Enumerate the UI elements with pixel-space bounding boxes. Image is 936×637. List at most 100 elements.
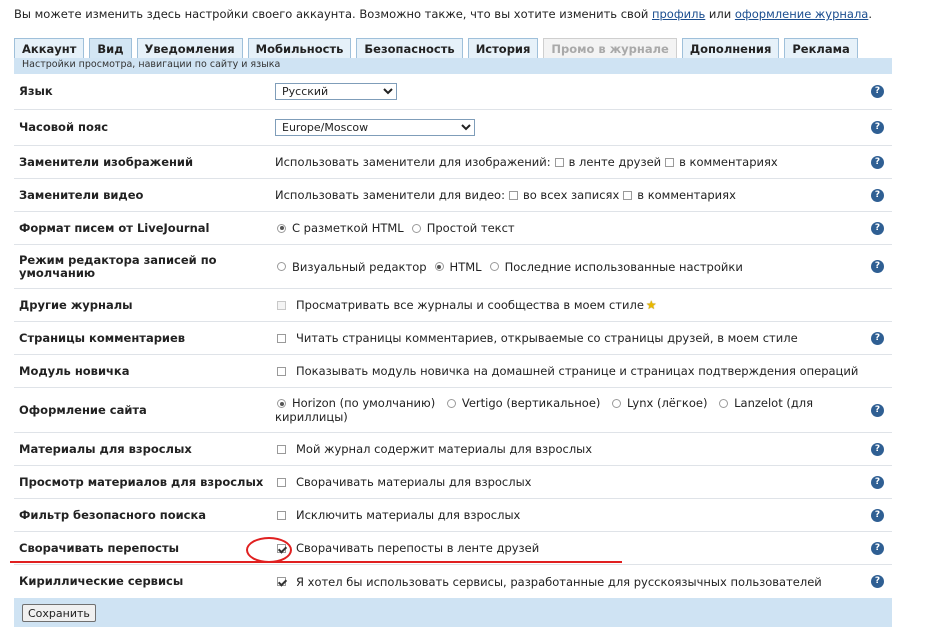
settings-tabs: Аккаунт Вид Уведомления Мобильность Безо… bbox=[14, 38, 863, 59]
help-icon[interactable]: ? bbox=[871, 541, 884, 555]
settings-table: Язык Русский ? Часовой пояс Europe/Mosco… bbox=[14, 74, 892, 598]
help-icon[interactable]: ? bbox=[871, 221, 884, 235]
tab-view[interactable]: Вид bbox=[89, 38, 132, 58]
row-label: Сворачивать перепосты bbox=[19, 540, 180, 555]
lynx-radio[interactable] bbox=[612, 399, 622, 408]
intro-text: Вы можете изменить здесь настройки своег… bbox=[14, 7, 872, 21]
vertigo-radio[interactable] bbox=[446, 399, 456, 408]
row-label: Материалы для взрослых bbox=[19, 441, 192, 456]
tab-ads[interactable]: Реклама bbox=[784, 38, 858, 58]
paid-star-icon: ★ bbox=[645, 298, 657, 312]
horizon-radio[interactable] bbox=[277, 399, 286, 408]
row-cyrillic-services: Кириллические сервисы Я хотел бы использ… bbox=[14, 565, 892, 598]
row-label: Страницы комментариев bbox=[19, 330, 186, 345]
option-label: Просматривать все журналы и сообщества в… bbox=[296, 298, 644, 312]
help-icon[interactable]: ? bbox=[871, 442, 884, 456]
help-icon[interactable]: ? bbox=[871, 475, 884, 489]
intro-middle: или bbox=[705, 7, 735, 21]
row-timezone: Часовой пояс Europe/Moscow ? bbox=[14, 110, 892, 146]
annotation-ellipse bbox=[246, 537, 292, 563]
visual-editor-radio[interactable] bbox=[277, 262, 286, 271]
html-email-radio[interactable] bbox=[277, 223, 286, 233]
row-newbie-module: Модуль новичка Показывать модуль новичка… bbox=[14, 355, 892, 388]
option-label: HTML bbox=[449, 259, 482, 274]
help-icon[interactable]: ? bbox=[871, 121, 884, 134]
row-other-journals: Другие журналы Просматривать все журналы… bbox=[14, 289, 892, 322]
row-label: Заменители изображений bbox=[19, 154, 194, 169]
save-button[interactable]: Сохранить bbox=[22, 604, 96, 622]
option-label: Сворачивать перепосты в ленте друзей bbox=[296, 541, 540, 555]
tab-mobile[interactable]: Мобильность bbox=[247, 38, 352, 58]
option-label: Последние использованные настройки bbox=[504, 259, 743, 274]
help-icon[interactable]: ? bbox=[871, 188, 884, 202]
newbie-module-checkbox[interactable] bbox=[277, 366, 286, 376]
option-label: Я хотел бы использовать сервисы, разрабо… bbox=[296, 574, 822, 589]
comment-style-checkbox[interactable] bbox=[277, 333, 286, 343]
timezone-select[interactable]: Europe/Moscow bbox=[275, 119, 475, 136]
help-icon[interactable]: ? bbox=[871, 85, 884, 98]
setting-text: Использовать заменители для изображений: bbox=[275, 155, 551, 169]
row-label: Оформление сайта bbox=[19, 402, 147, 417]
option-label: в ленте друзей bbox=[568, 155, 662, 169]
option-label: во всех записях bbox=[522, 188, 620, 202]
option-label: Визуальный редактор bbox=[292, 259, 427, 274]
help-icon[interactable]: ? bbox=[871, 508, 884, 522]
option-label: в комментариях bbox=[637, 188, 736, 202]
cyrillic-services-checkbox[interactable] bbox=[277, 577, 286, 586]
comments-checkbox[interactable] bbox=[665, 157, 675, 167]
profile-link[interactable]: профиль bbox=[652, 7, 705, 21]
annotation-underline bbox=[10, 561, 622, 563]
language-select[interactable]: Русский bbox=[275, 83, 397, 100]
row-image-placeholders: Заменители изображений Использовать заме… bbox=[14, 146, 892, 179]
journal-design-link[interactable]: оформление журнала bbox=[735, 7, 868, 21]
tab-security[interactable]: Безопасность bbox=[356, 38, 463, 58]
lanzelot-radio[interactable] bbox=[719, 399, 729, 408]
tab-addons[interactable]: Дополнения bbox=[681, 38, 780, 58]
row-site-design: Оформление сайта Horizon (по умолчанию) … bbox=[14, 388, 892, 433]
option-label: Читать страницы комментариев, открываемы… bbox=[296, 331, 798, 345]
setting-text: Использовать заменители для видео: bbox=[275, 188, 505, 202]
option-label: Сворачивать материалы для взрослых bbox=[296, 475, 532, 489]
option-label: Vertigo (вертикальное) bbox=[461, 396, 601, 410]
row-label: Другие журналы bbox=[19, 297, 133, 312]
row-adult-content: Материалы для взрослых Мой журнал содерж… bbox=[14, 433, 892, 466]
option-label: Исключить материалы для взрослых bbox=[296, 508, 521, 522]
all-posts-checkbox[interactable] bbox=[508, 190, 518, 200]
row-video-placeholders: Заменители видео Использовать заменители… bbox=[14, 179, 892, 212]
help-icon[interactable]: ? bbox=[871, 155, 884, 169]
intro-main: Вы можете изменить здесь настройки своег… bbox=[14, 7, 652, 21]
option-label: Lynx (лёгкое) bbox=[627, 396, 708, 410]
row-label: Язык bbox=[19, 84, 53, 98]
help-icon[interactable]: ? bbox=[871, 260, 884, 273]
collapse-adult-checkbox[interactable] bbox=[277, 477, 286, 487]
row-editor-mode: Режим редактора записей по умолчанию Виз… bbox=[14, 245, 892, 289]
tab-account[interactable]: Аккаунт bbox=[14, 38, 85, 58]
intro-end: . bbox=[868, 7, 873, 21]
row-label: Заменители видео bbox=[19, 187, 144, 202]
option-label: Показывать модуль новичка на домашней ст… bbox=[296, 364, 859, 378]
row-label: Фильтр безопасного поиска bbox=[19, 507, 207, 522]
friends-feed-checkbox[interactable] bbox=[554, 157, 564, 167]
last-used-radio[interactable] bbox=[489, 262, 499, 271]
help-icon[interactable]: ? bbox=[871, 403, 884, 417]
row-label: Кириллические сервисы bbox=[19, 574, 184, 588]
tab-history[interactable]: История bbox=[467, 38, 539, 58]
own-style-checkbox[interactable] bbox=[277, 300, 286, 310]
comments-checkbox[interactable] bbox=[623, 190, 633, 200]
html-editor-radio[interactable] bbox=[434, 262, 444, 271]
help-icon[interactable]: ? bbox=[871, 331, 884, 345]
help-icon[interactable]: ? bbox=[871, 575, 884, 588]
safe-search-checkbox[interactable] bbox=[277, 510, 286, 520]
adult-content-checkbox[interactable] bbox=[277, 444, 286, 454]
row-label: Режим редактора записей по умолчанию bbox=[19, 252, 217, 280]
row-adult-view: Просмотр материалов для взрослых Сворачи… bbox=[14, 466, 892, 499]
plain-text-radio[interactable] bbox=[411, 223, 421, 233]
tab-promo: Промо в журнале bbox=[543, 38, 677, 58]
save-bar: Сохранить bbox=[14, 598, 892, 627]
row-label: Часовой пояс bbox=[19, 120, 109, 134]
row-email-format: Формат писем от LiveJournal С разметкой … bbox=[14, 212, 892, 245]
tab-notifications[interactable]: Уведомления bbox=[136, 38, 243, 58]
row-safe-search: Фильтр безопасного поиска Исключить мате… bbox=[14, 499, 892, 532]
row-label: Просмотр материалов для взрослых bbox=[19, 474, 264, 489]
option-label: С разметкой HTML bbox=[292, 221, 404, 235]
